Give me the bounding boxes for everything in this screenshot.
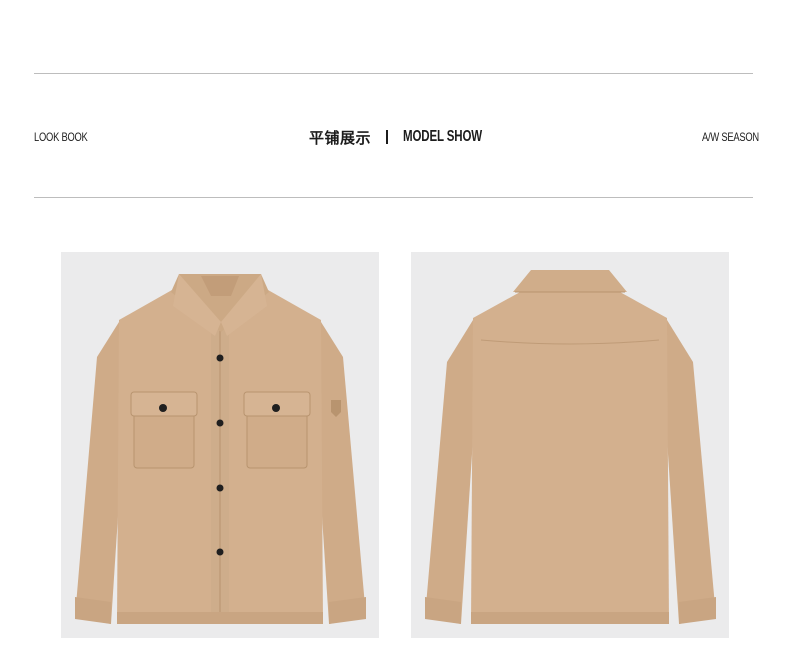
section-title-cn: 平铺展示 (309, 128, 372, 147)
shirt-back-photo (411, 252, 729, 638)
look-book-label: LOOK BOOK (34, 130, 88, 144)
section-title: 平铺展示 MODEL SHOW (309, 126, 513, 148)
shirt-back-image (425, 270, 716, 624)
season-label: A/W SEASON (702, 130, 759, 144)
bottom-divider (34, 197, 753, 198)
top-divider (34, 73, 753, 74)
title-separator (386, 130, 389, 144)
section-title-en: MODEL SHOW (403, 128, 483, 145)
shirt-front-image (75, 274, 366, 624)
shirt-front-photo (61, 252, 379, 638)
